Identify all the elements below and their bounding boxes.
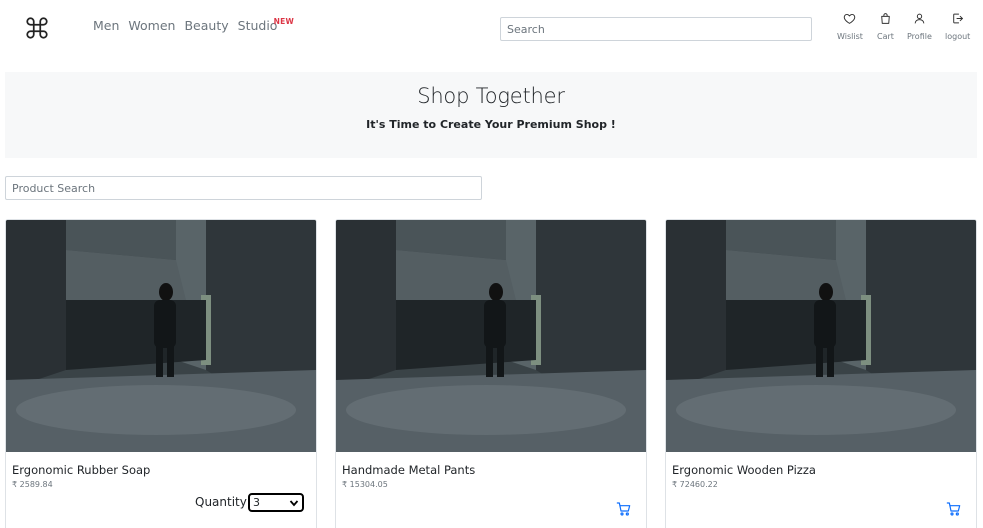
hero-banner: Shop Together It's Time to Create Your P…: [5, 72, 977, 158]
user-actions: Wislist Cart Profile logout: [0, 12, 983, 48]
add-to-cart-button[interactable]: [616, 501, 632, 517]
profile-button[interactable]: Profile: [907, 12, 932, 41]
user-icon: [914, 13, 925, 24]
logout-button[interactable]: logout: [945, 12, 970, 41]
cart-icon: [616, 502, 631, 516]
product-name[interactable]: Handmade Metal Pants: [342, 463, 475, 477]
product-card[interactable]: Ergonomic Wooden Pizza ₹ 72460.22: [665, 219, 977, 528]
shopping-bag-icon: [881, 13, 890, 24]
product-image[interactable]: [666, 220, 976, 452]
product-search-input[interactable]: [5, 176, 482, 200]
wishlist-button[interactable]: Wislist: [837, 12, 863, 41]
product-card[interactable]: Handmade Metal Pants ₹ 15304.05: [335, 219, 647, 528]
wishlist-label: Wislist: [837, 32, 863, 41]
cart-icon: [946, 502, 961, 516]
hero-title: Shop Together: [417, 84, 565, 108]
chevron-down-icon: [289, 499, 299, 506]
add-to-cart-button[interactable]: [946, 501, 962, 517]
quantity-label: Quantity: [195, 495, 247, 509]
cart-label: Cart: [877, 32, 894, 41]
quantity-select[interactable]: 3: [248, 493, 304, 512]
logout-icon: [953, 13, 964, 24]
product-price: ₹ 2589.84: [12, 480, 53, 489]
product-name[interactable]: Ergonomic Rubber Soap: [12, 463, 150, 477]
product-price: ₹ 15304.05: [342, 480, 388, 489]
product-image[interactable]: [6, 220, 316, 452]
heart-icon: [844, 13, 856, 24]
product-card[interactable]: Ergonomic Rubber Soap ₹ 2589.84 Quantity…: [5, 219, 317, 528]
quantity-value: 3: [253, 496, 260, 509]
product-name[interactable]: Ergonomic Wooden Pizza: [672, 463, 816, 477]
product-image[interactable]: [336, 220, 646, 452]
product-price: ₹ 72460.22: [672, 480, 718, 489]
hero-subtitle: It's Time to Create Your Premium Shop !: [366, 118, 616, 131]
cart-button[interactable]: Cart: [877, 12, 894, 41]
logout-label: logout: [945, 32, 971, 41]
navbar: Men Women Beauty Studio NEW Wislist Cart…: [0, 0, 983, 56]
profile-label: Profile: [907, 32, 932, 41]
